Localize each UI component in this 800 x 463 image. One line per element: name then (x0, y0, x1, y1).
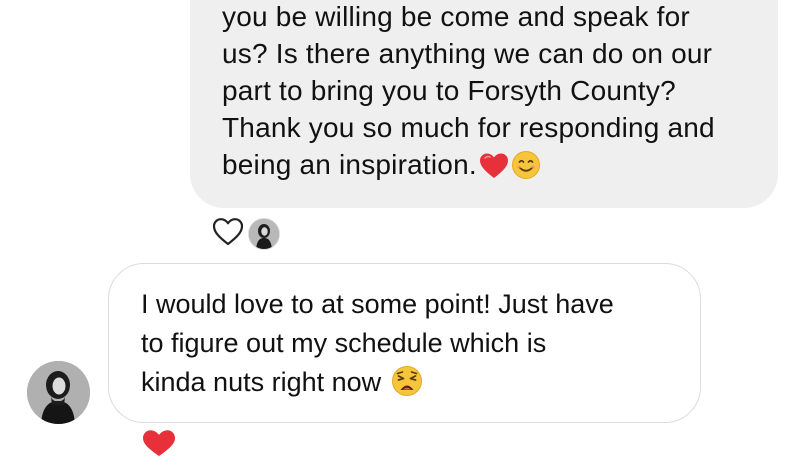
sent-message-bubble[interactable]: you be willing be come and speak for us?… (190, 0, 778, 208)
received-message-text: I would love to at some point! Just have… (141, 285, 681, 408)
received-message-line: I would love to at some point! Just have (141, 289, 614, 319)
sent-message-text: you be willing be come and speak for us?… (222, 0, 762, 189)
red-heart-emoji-icon (479, 152, 509, 189)
sent-message-line: Thank you so much for responding and (222, 112, 715, 143)
sent-message-line: being an inspiration. (222, 149, 477, 180)
sent-message-line: you be willing be come and speak for (222, 1, 690, 32)
chat-thread: you be willing be come and speak for us?… (0, 0, 800, 456)
sender-avatar[interactable] (27, 361, 90, 424)
reactor-avatar (248, 218, 280, 250)
smiling-face-emoji-icon (511, 150, 541, 189)
sent-message-line: part to bring you to Forsyth County? (222, 75, 676, 106)
received-message-line: to figure out my schedule which is (141, 328, 547, 358)
sent-message-line: us? Is there anything we can do on our (222, 38, 713, 69)
heart-filled-icon[interactable] (140, 428, 178, 463)
weary-face-emoji-icon (391, 365, 423, 408)
heart-outline-icon[interactable] (212, 217, 244, 252)
received-message-line: kinda nuts right now (141, 367, 382, 397)
received-message-bubble[interactable]: I would love to at some point! Just have… (108, 263, 701, 423)
sent-message-reactions (212, 216, 280, 252)
